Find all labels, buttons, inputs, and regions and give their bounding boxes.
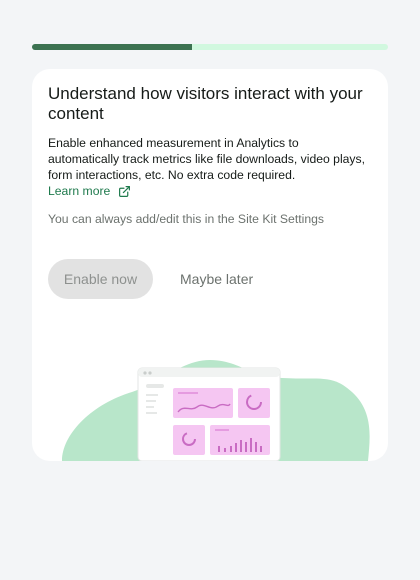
enhanced-measurement-card: Understand how visitors interact with yo… <box>32 69 388 461</box>
learn-more-link[interactable]: Learn more <box>48 183 131 199</box>
setup-progress-bar <box>32 44 388 50</box>
analytics-illustration <box>62 360 370 461</box>
dashboard-mockup <box>137 367 281 461</box>
settings-hint: You can always add/edit this in the Site… <box>48 212 324 226</box>
card-title: Understand how visitors interact with yo… <box>48 84 363 123</box>
description-text: Enable enhanced measurement in Analytics… <box>48 136 366 182</box>
enable-now-button[interactable]: Enable now <box>48 259 153 299</box>
progress-bar-fill <box>32 44 193 50</box>
learn-more-label: Learn more <box>48 184 111 198</box>
maybe-later-button[interactable]: Maybe later <box>168 259 265 299</box>
external-link-icon <box>119 185 131 197</box>
card-description: Enable enhanced measurement in Analytics… <box>48 135 368 199</box>
